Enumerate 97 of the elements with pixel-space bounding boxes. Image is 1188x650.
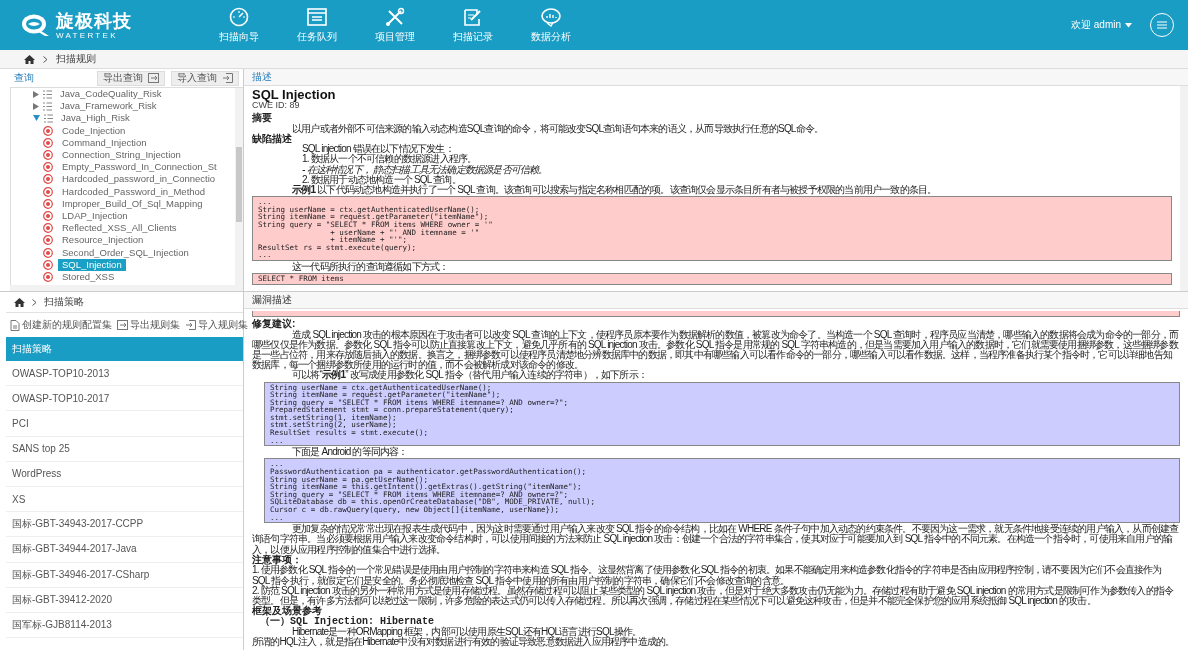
chat-icon: [540, 6, 562, 27]
section-heading: 框架及场景参考: [252, 606, 322, 617]
paragraph: 示例1 以下代码动态地构造并执行了一个 SQL 查询。该查询可以搜索与指定名称相匹配的项。该查询仅会显示条目所有者与被授予权限的当前用户一致的条目。: [291, 185, 938, 196]
menu-icon: [1157, 21, 1167, 29]
section-heading: 注意事项：: [252, 554, 302, 565]
home-icon: [24, 54, 35, 64]
target-icon: [43, 198, 53, 209]
home-icon: [14, 297, 25, 307]
paragraph: 2. 数据用于动态地构造一个 SQL 查询。: [301, 174, 461, 185]
chevron-icon: [32, 298, 37, 306]
target-icon: [43, 210, 53, 221]
policy-item[interactable]: SANS top 25: [6, 436, 243, 462]
toolbar-button[interactable]: 导出规则集: [117, 318, 180, 332]
paragraph: SQL injection 错误在以下情况下发生：: [301, 144, 454, 155]
rule-title: SQL Injection: [252, 88, 337, 101]
target-icon: [43, 247, 53, 258]
target-icon: [43, 162, 53, 173]
paragraph: 造成 SQL injection 攻击的根本原因在于攻击者可以改变 SQL 查询的上下文，使程序员原本要作为数据解析的数值，被篡改为命令了。当构造一个 SQL 查询时，程序员应当清楚，哪些输入的数据将会成为命令的一部分，而哪些仅仅是作为数据。参数化 SQL 指令可以防止直接篡改上下文，避免几乎所有的 SQL injection 攻击。参数化 SQL 指令是用常规的 SQL 字符串构造的，但是当需要加入用户输入的数据时，它们就需要使用捆绑参数，这些捆绑参数是一些占位符，用来存放随后插入的数据。换言之，捆绑参数可以使程序员清楚地分辨数据库中的数据，即其中有哪些输入可以看作命令的一部分，哪些输入可以看作数据。这样，当程序准备执行某个指令时，它可以详细地告知数据库，每一个捆绑参数所使用的运行时的值，而不会被解析成对该命令的修改。: [252, 329, 1180, 371]
chevron-icon: [43, 55, 48, 63]
tree-item[interactable]: Improper_Build_Of_Sql_Mapping: [58, 197, 207, 210]
tree-item[interactable]: Second_Order_SQL_Injection: [58, 246, 193, 259]
policy-item[interactable]: 国标-GBT-34946-2017-CSharp: [6, 562, 243, 588]
policy-item[interactable]: 国标-GBT-39412-2020: [6, 587, 243, 613]
target-icon: [43, 271, 53, 282]
export-icon: [117, 320, 128, 330]
section-heading: 摘要: [252, 113, 273, 124]
paragraph: 1. 数据从一个不可信赖的数据源进入程序。: [301, 154, 478, 165]
tree-item[interactable]: Hardcoded_Password_in_Method: [58, 185, 210, 198]
policy-item[interactable]: OWASP-TOP10-2013: [6, 361, 243, 387]
section-heading: 修复建议:: [252, 319, 297, 330]
scrollbar[interactable]: [10, 285, 243, 291]
scrollbar[interactable]: [1180, 86, 1188, 291]
policy-item[interactable]: OWASP-TOP10-2017: [6, 386, 243, 412]
policy-item[interactable]: WordPress: [6, 461, 243, 487]
paragraph: 1. 使用参数化 SQL 指令的一个常见错误是使用由用户控制的字符串来构造 SQL 指令。这显然背离了使用参数化 SQL 指令的初衷。如果不能确定用来构造参数化指令的字符串是否由应用程序控制，请不要因为它们不会直接作为 SQL 指令执行，就假定它们是安全的。务必彻底地检查 SQL 指令中使用的所有由用户控制的字符串，确保它们不会修改查询的含意。: [252, 565, 1163, 586]
tree-group[interactable]: Java_Framework_Risk: [56, 100, 161, 113]
caret-icon: [1125, 22, 1132, 28]
list-header: 扫描策略: [6, 337, 243, 361]
edit-icon: [462, 6, 484, 27]
paragraph: 可以将“示例1” 改写成使用参数化 SQL 指令（替代用户输入连续的字符串），如下所示：: [292, 370, 649, 381]
target-icon: [43, 259, 53, 270]
paragraph: 以用户或者外部不可信来源的输入动态构造SQL查询的命令，将可能改变SQL查询语句本来的语义，从而导致执行任意的SQL命令。: [292, 123, 825, 134]
tree-item[interactable]: Reflected_XSS_All_Clients: [58, 222, 181, 235]
toolbar-button[interactable]: 导入查询: [171, 70, 239, 86]
tree-item[interactable]: Connection_String_Injection: [58, 149, 185, 162]
breadcrumb-item[interactable]: 扫描策略: [44, 295, 84, 309]
import-icon: [185, 320, 196, 330]
paragraph: 下面是 Android 的等同内容：: [291, 447, 409, 458]
tools-icon: [384, 6, 406, 27]
paragraph: 这一代码所执行的查询遵循如下方式：: [291, 261, 450, 273]
logo-icon: [20, 13, 50, 37]
policy-item[interactable]: 国标-GBT-34944-2017-Java: [6, 537, 243, 563]
document-icon: [10, 319, 20, 331]
export-icon: [148, 73, 159, 83]
target-icon: [43, 150, 53, 161]
paragraph: 所谓的HQL注入，就是指在Hibernate中没有对数据进行有效的验证导致恶意数据进入应用程序中造成的。: [252, 637, 676, 648]
import-icon: [222, 73, 233, 83]
tree-group[interactable]: Java_High_Risk: [57, 112, 134, 125]
target-icon: [43, 125, 53, 136]
tree-item[interactable]: Empty_Password_In_Connection_St: [58, 161, 221, 174]
list-icon: [43, 101, 52, 111]
toolbar-button[interactable]: 导出查询: [97, 70, 165, 86]
tree-item[interactable]: LDAP_Injection: [58, 209, 132, 222]
target-icon: [43, 174, 53, 185]
list-icon: [44, 113, 53, 123]
paragraph: - 在这种情况下， 静态扫描工具无法确定数据源是否可信赖。: [301, 164, 549, 175]
logo-text: 旋极科技: [56, 10, 132, 31]
logo-subtext: WATERTEK: [56, 30, 119, 40]
tree-item[interactable]: Resource_Injection: [58, 234, 148, 247]
paragraph: 2. 防范 SQL injection 攻击的另外一种常用方式是使用存储过程。虽然存储过程可以阻止某些类型的 SQL injection 攻击，但是对于绝大多数攻击仍无能为力。存储过程有助于避免 SQL injection 的常用方式是限制可作为参数传入的指令类型。但是，有许多方法都可以绕过这一限制，许多危险的表达式仍可以传入存储过程。所以再次强调，存储过程在某些情况下可以避免这种攻击，但是并不能完全保护您的应用系统抵御 SQL injection 的攻击。: [252, 585, 1175, 606]
paragraph: 更加复杂的情况常常出现在报表生成代码中，因为这时需要通过用户输入来改变 SQL 指令的命令结构，比如在 WHERE 条件子句中加入动态的约束条件。不要因为这一需求，就无条件地接受连续的用户输入，从而创建查询语句字符串。当必须要根据用户输入来改变命令结构时，可以使用间接的方法来防止 SQL injection 攻击：创建一个合法的字符串集合，使其对应于可能要加入到 SQL 指令中的不同元素。在构造一个指令时，可使用来自用户的输入，以便从应用程序控制的值集合中进行选择。: [252, 524, 1180, 555]
breadcrumb-item[interactable]: 扫描规则: [56, 52, 96, 66]
toolbar-button[interactable]: 导入规则集: [185, 318, 248, 332]
policy-item[interactable]: PCI: [6, 411, 243, 437]
tree-item[interactable]: Code_Injection: [58, 124, 130, 137]
panel-title: 查询: [14, 71, 35, 85]
subsection-heading: （一）SQL Injection: Hibernate: [260, 616, 435, 627]
gauge-icon: [228, 6, 250, 27]
panel-tab[interactable]: 漏洞描述: [252, 293, 292, 307]
target-icon: [43, 137, 53, 148]
panel-tab[interactable]: 描述: [252, 70, 272, 84]
scrollbar[interactable]: [235, 88, 243, 285]
tree-item[interactable]: Command_Injection: [58, 136, 151, 149]
policy-item[interactable]: 国标-GBT-34943-2017-CCPP: [6, 512, 243, 538]
policy-item[interactable]: XS: [6, 486, 243, 513]
tree-group[interactable]: Java_CodeQuality_Risk: [56, 88, 166, 101]
tree-item[interactable]: Hardcoded_password_in_Connectio: [58, 173, 220, 186]
list-icon: [43, 89, 52, 99]
tree-item[interactable]: Stored_XSS: [58, 270, 119, 283]
policy-item[interactable]: 国军标-GJB8114-2013: [6, 612, 243, 639]
cwe-id: CWE ID: 89: [252, 101, 300, 110]
target-icon: [43, 235, 53, 246]
target-icon: [43, 223, 53, 234]
target-icon: [43, 186, 53, 197]
toolbar-button[interactable]: 创建新的规则配置集: [10, 318, 112, 332]
section-heading: 缺陷描述: [252, 133, 293, 145]
list-icon: [306, 6, 328, 27]
